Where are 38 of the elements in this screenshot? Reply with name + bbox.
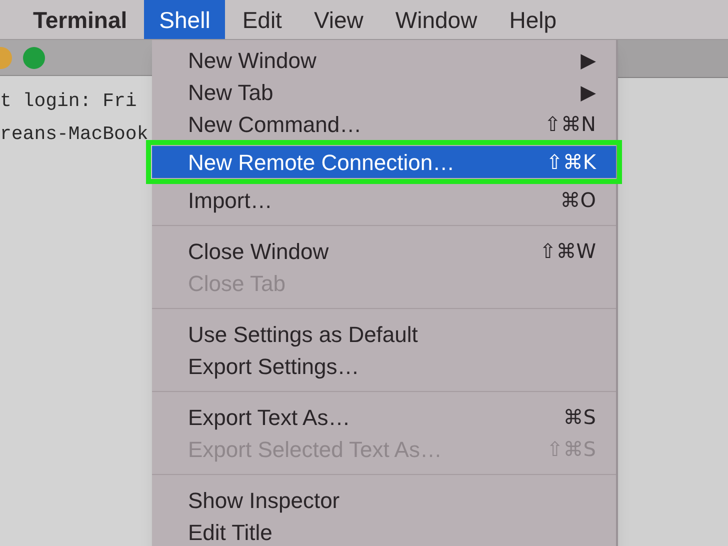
menu-item[interactable]: Show Inspector: [152, 484, 616, 516]
menu-item[interactable]: Export Text As… ⌘S: [152, 401, 616, 433]
menu-item-label: Close Window: [188, 238, 329, 266]
shortcut-label: ⇧⌘W: [539, 238, 596, 265]
menu-item-label: New Window: [188, 46, 316, 74]
shortcut-label: ⌘S: [563, 404, 596, 431]
menu-item[interactable]: Edit Title: [152, 516, 616, 546]
shortcut-label: ▶: [580, 79, 596, 106]
menu-item[interactable]: Export Settings…: [152, 350, 616, 382]
shortcut-label: ⇧⌘N: [544, 111, 596, 138]
menu-bar-item[interactable]: Help: [494, 0, 572, 39]
menu-bar-item[interactable]: Edit: [227, 0, 297, 39]
menu-item[interactable]: New Window ▶: [152, 44, 616, 76]
menu-item-label: New Command…: [188, 110, 362, 138]
menu-item[interactable]: Close Window ⇧⌘W: [152, 235, 616, 267]
shortcut-label: ▶: [580, 47, 596, 74]
menu-item[interactable]: New Tab ▶: [152, 76, 616, 108]
terminal-line: reans-MacBook: [0, 122, 150, 147]
menu-item[interactable]: Use Settings as Default: [152, 318, 616, 350]
menu-item-label: Import…: [188, 186, 272, 215]
menu-item-label: Use Settings as Default: [188, 320, 418, 349]
menu-item-label: Export Settings…: [188, 352, 360, 381]
shortcut-label: ⌘O: [560, 187, 596, 214]
terminal-line: t login: Fri: [0, 89, 138, 114]
menu-item[interactable]: New Remote Connection… ⇧⌘K: [152, 146, 616, 178]
menu-bar-item[interactable]: Window: [380, 0, 492, 39]
menu-item[interactable]: New Command… ⇧⌘N: [152, 108, 616, 140]
menu-item-label: New Remote Connection…: [188, 148, 455, 176]
menu-bar-item[interactable]: Shell: [144, 0, 226, 39]
menu-item-label: Show Inspector: [188, 486, 340, 515]
menu-item-label: Export Text As…: [188, 404, 350, 432]
zoom-icon[interactable]: [23, 46, 45, 68]
menu-item[interactable]: Import… ⌘O: [152, 184, 616, 216]
menu-item-label: New Tab: [188, 78, 274, 106]
menu-item-label: Edit Title: [188, 518, 272, 546]
menu-bar-item[interactable]: View: [298, 0, 378, 39]
shortcut-label: ⇧⌘K: [546, 149, 596, 176]
menu-bar-item[interactable]: Terminal: [18, 0, 142, 39]
